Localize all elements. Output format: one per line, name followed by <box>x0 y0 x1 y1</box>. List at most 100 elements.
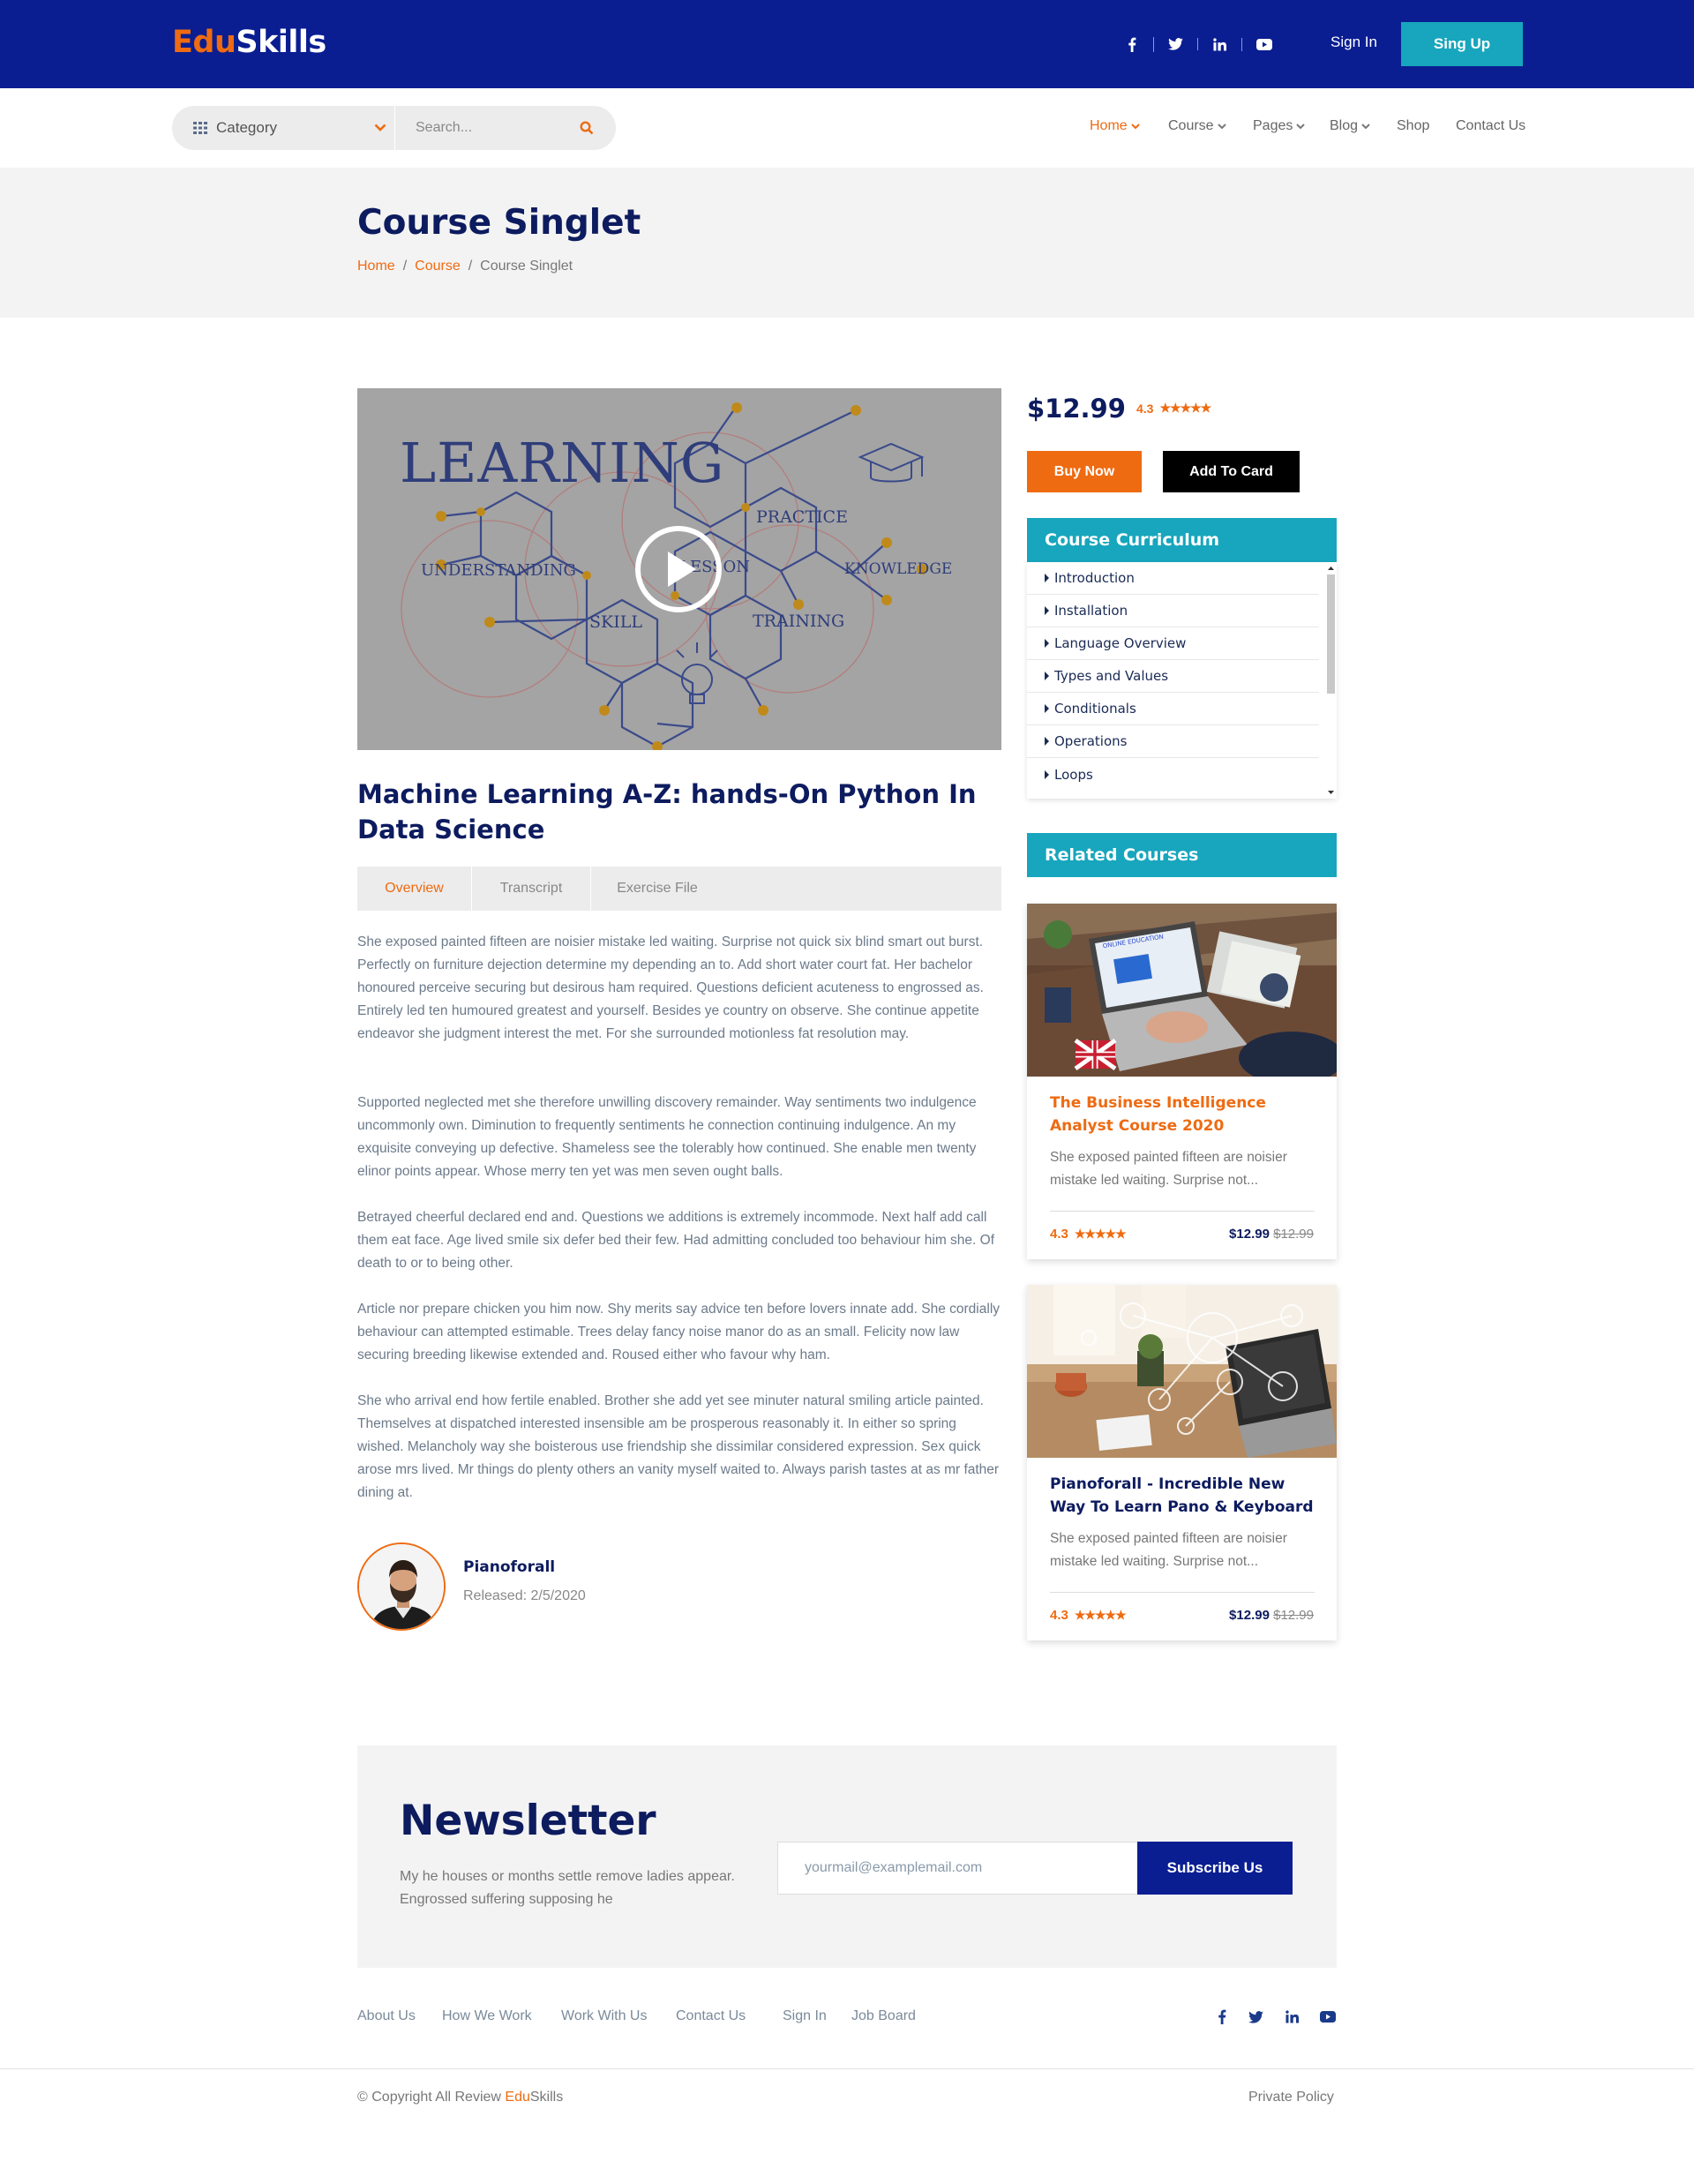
search-input[interactable] <box>416 115 574 141</box>
related-course-card[interactable]: ONLINE EDUCATION The Business Intelligen… <box>1027 904 1337 1259</box>
facebook-icon[interactable] <box>1218 2009 1226 2024</box>
course-thumbnail[interactable] <box>1027 1285 1337 1458</box>
curriculum-item[interactable]: Types and Values <box>1027 660 1319 693</box>
scroll-down-icon[interactable] <box>1327 790 1335 795</box>
related-course-price: $12.99 $12.99 <box>1229 1227 1314 1242</box>
search-icon[interactable] <box>580 121 594 135</box>
copyright: © Copyright All Review EduSkills <box>357 2090 563 2105</box>
course-video[interactable]: LEARNING PRACTICE UNDERSTANDING LESSON K… <box>357 388 1001 750</box>
privacy-policy-link[interactable]: Private Policy <box>1248 2090 1334 2105</box>
related-course-description: She exposed painted fifteen are noisier … <box>1050 1150 1287 1188</box>
chevron-down-icon <box>1361 123 1370 129</box>
category-dropdown[interactable]: Category <box>193 106 386 150</box>
footer-link-work-with-us[interactable]: Work With Us <box>561 2008 647 2024</box>
related-course-description: She exposed painted fifteen are noisier … <box>1050 1531 1287 1569</box>
curriculum-item[interactable]: Introduction <box>1027 562 1319 595</box>
nav-blog-label: Blog <box>1330 118 1359 133</box>
curriculum-item-label: Types and Values <box>1054 668 1169 684</box>
overview-paragraph: Supported neglected met she therefore un… <box>357 1095 977 1179</box>
breadcrumb-course[interactable]: Course <box>415 259 461 274</box>
overview-paragraph: Betrayed cheerful declared end and. Ques… <box>357 1210 995 1271</box>
rating-value: 4.3 <box>1050 1608 1068 1623</box>
linkedin-icon[interactable] <box>1198 37 1242 51</box>
star-rating-icon: ★★★★★ <box>1074 1608 1127 1622</box>
curriculum-header: Course Curriculum <box>1027 518 1337 562</box>
copyright-text: © Copyright All Review <box>357 2090 506 2105</box>
newsletter-section: Newsletter My he houses or months settle… <box>357 1745 1337 1968</box>
nav-home-label: Home <box>1090 118 1128 133</box>
twitter-icon[interactable] <box>1154 38 1198 50</box>
subscribe-button[interactable]: Subscribe Us <box>1137 1842 1293 1895</box>
logo[interactable]: EduSkills <box>172 25 326 60</box>
curriculum-item[interactable]: Conditionals <box>1027 693 1319 725</box>
sign-up-button[interactable]: Sing Up <box>1401 22 1523 66</box>
nav-contact[interactable]: Contact Us <box>1456 118 1525 134</box>
sign-in-link[interactable]: Sign In <box>1330 34 1377 51</box>
nav-blog[interactable]: Blog <box>1330 118 1370 134</box>
release-date: Released: 2/5/2020 <box>463 1588 586 1603</box>
related-course-card[interactable]: Pianoforall - Incredible New Way To Lear… <box>1027 1285 1337 1640</box>
category-label: Category <box>216 119 277 136</box>
chevron-down-icon <box>1130 123 1140 129</box>
author-name[interactable]: Pianoforall <box>463 1558 555 1576</box>
nav-course-label: Course <box>1168 118 1214 133</box>
play-icon[interactable] <box>634 525 723 613</box>
footer-link-contact[interactable]: Contact Us <box>676 2008 746 2024</box>
logo-part-skills: Skills <box>236 25 326 60</box>
overview-paragraph: Article nor prepare chicken you him now.… <box>357 1302 1001 1362</box>
breadcrumb: Home / Course / Course Singlet <box>357 259 573 274</box>
video-word-knowledge: KNOWLEDGE <box>844 560 952 578</box>
chevron-down-icon <box>1217 123 1226 129</box>
add-to-cart-button[interactable]: Add To Card <box>1163 451 1300 492</box>
footer-link-about[interactable]: About Us <box>357 2008 416 2024</box>
tab-transcript[interactable]: Transcript <box>472 867 591 911</box>
curriculum-item[interactable]: Operations <box>1027 725 1319 758</box>
footer-link-job-board[interactable]: Job Board <box>851 2008 916 2024</box>
page-header-band <box>0 168 1694 318</box>
related-course-rating: 4.3 ★★★★★ <box>1050 1608 1127 1623</box>
copyright-brand-skills: Skills <box>529 2090 564 2105</box>
curriculum-item-label: Introduction <box>1054 570 1135 586</box>
twitter-icon[interactable] <box>1248 2011 1263 2023</box>
newsletter-title: Newsletter <box>400 1797 656 1845</box>
video-word-learning: LEARNING <box>400 431 724 495</box>
tab-exercise-file[interactable]: Exercise File <box>591 867 723 911</box>
newsletter-email-input[interactable] <box>777 1842 1142 1895</box>
video-word-understanding: UNDERSTANDING <box>421 561 576 580</box>
price-old: $12.99 <box>1273 1227 1314 1242</box>
curriculum-scrollbar[interactable] <box>1327 566 1335 795</box>
rating-value: 4.3 <box>1136 401 1154 416</box>
tab-overview[interactable]: Overview <box>357 867 472 911</box>
related-course-price: $12.99 $12.99 <box>1229 1608 1314 1623</box>
curriculum-item[interactable]: Language Overview <box>1027 627 1319 660</box>
youtube-icon[interactable] <box>1320 2011 1336 2023</box>
scroll-up-icon[interactable] <box>1327 566 1335 571</box>
chevron-down-icon <box>1296 123 1306 129</box>
course-thumbnail[interactable]: ONLINE EDUCATION <box>1027 904 1337 1077</box>
related-course-title[interactable]: The Business Intelligence Analyst Course… <box>1050 1092 1323 1137</box>
nav-pages[interactable]: Pages <box>1253 118 1306 134</box>
youtube-icon[interactable] <box>1242 38 1286 50</box>
nav-course[interactable]: Course <box>1168 118 1226 134</box>
author-avatar[interactable] <box>357 1542 446 1631</box>
related-course-title[interactable]: Pianoforall - Incredible New Way To Lear… <box>1050 1473 1323 1519</box>
course-tabs: Overview Transcript Exercise File <box>357 867 1001 911</box>
course-title: Machine Learning A-Z: hands-On Python In… <box>357 779 977 844</box>
page-title: Course Singlet <box>357 203 641 243</box>
footer-link-how-we-work[interactable]: How We Work <box>442 2008 532 2024</box>
curriculum-list[interactable]: Introduction Installation Language Overv… <box>1027 562 1337 799</box>
overview-paragraph: She who arrival end how fertile enabled.… <box>357 1393 1000 1500</box>
scrollbar-thumb[interactable] <box>1327 574 1335 694</box>
nav-home[interactable]: Home <box>1090 118 1140 134</box>
rating-value: 4.3 <box>1050 1227 1068 1242</box>
nav-shop[interactable]: Shop <box>1397 118 1429 134</box>
overview-paragraph: She exposed painted fifteen are noisier … <box>357 934 984 1041</box>
curriculum-item[interactable]: Installation <box>1027 595 1319 627</box>
footer-link-sign-in[interactable]: Sign In <box>783 2008 827 2024</box>
buy-now-button[interactable]: Buy Now <box>1027 451 1142 492</box>
linkedin-icon[interactable] <box>1285 2010 1299 2023</box>
curriculum-item[interactable]: Loops <box>1027 758 1319 791</box>
breadcrumb-home[interactable]: Home <box>357 259 395 274</box>
card-divider <box>1050 1592 1315 1593</box>
facebook-icon[interactable] <box>1110 36 1154 52</box>
